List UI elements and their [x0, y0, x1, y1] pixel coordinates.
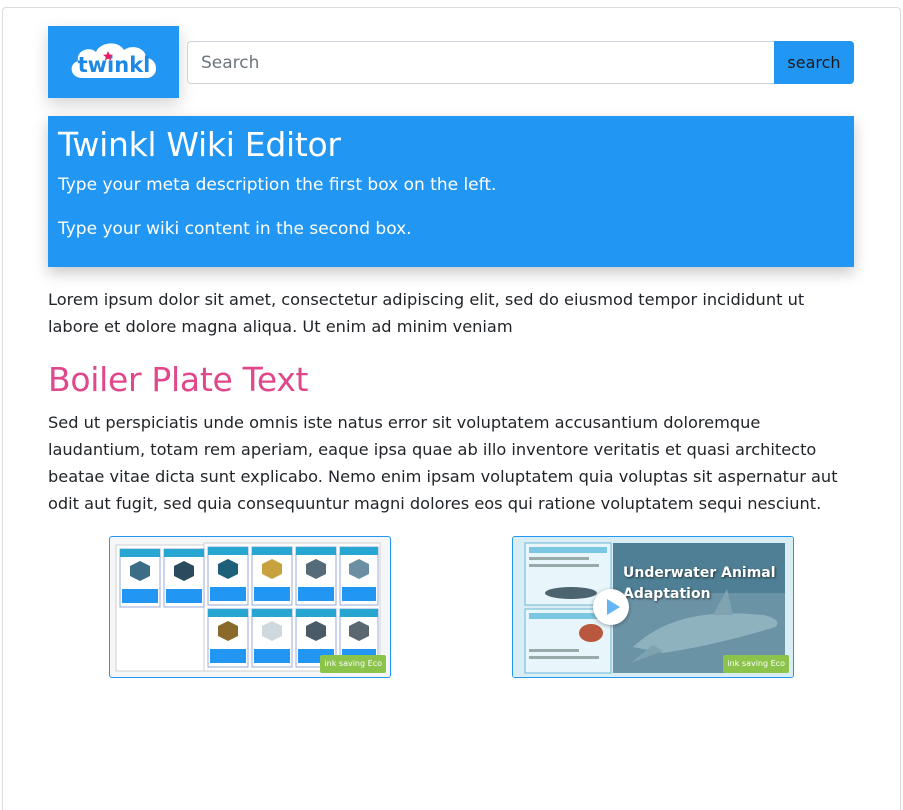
search-input[interactable]	[187, 41, 776, 84]
resource-thumbnail-fact-cards[interactable]: ink saving Eco	[109, 536, 391, 678]
ink-saving-badge: ink saving Eco	[320, 655, 386, 673]
ink-saving-badge: ink saving Eco	[723, 655, 789, 673]
twinkl-logo[interactable]: twinkl	[48, 26, 179, 98]
logo-text: twinkl	[77, 53, 150, 77]
resource-thumbnail-underwater-adaptation[interactable]: Underwater Animal Adaptation ink saving …	[512, 536, 794, 678]
intro-paragraph: Lorem ipsum dolor sit amet, consectetur …	[48, 290, 805, 336]
banner-instruction-content: Type your wiki content in the second box…	[58, 219, 412, 239]
video-title: Underwater Animal Adaptation	[623, 565, 776, 602]
search-button[interactable]: search	[774, 41, 854, 84]
logo-cloud-icon: twinkl	[71, 43, 156, 78]
play-icon[interactable]	[593, 589, 629, 625]
banner-instruction-meta: Type your meta description the first box…	[58, 175, 497, 195]
banner-title: Twinkl Wiki Editor	[58, 125, 341, 164]
section-heading: Boiler Plate Text	[48, 360, 309, 399]
section-body: Sed ut perspiciatis unde omnis iste natu…	[48, 413, 838, 513]
wiki-editor-banner: Twinkl Wiki Editor Type your meta descri…	[48, 116, 854, 267]
